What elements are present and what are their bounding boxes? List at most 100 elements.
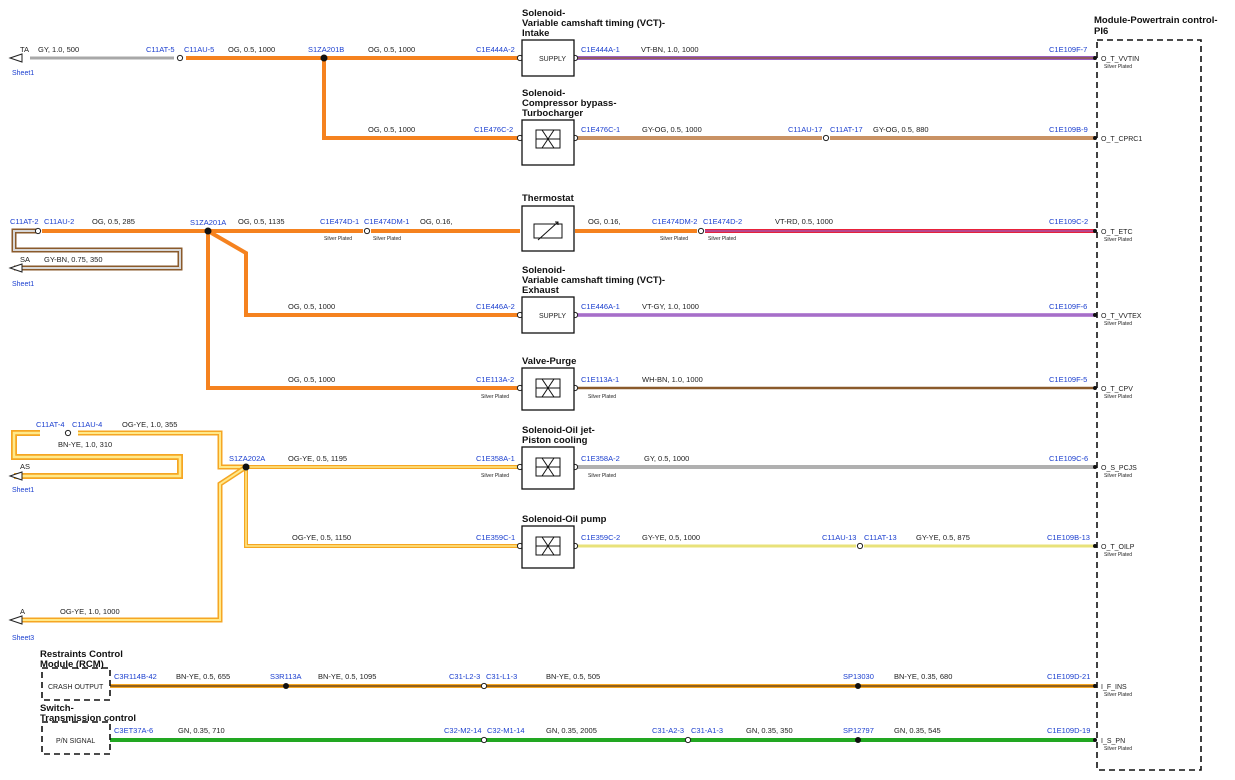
connector-label[interactable]: C1E476C-1 [581,125,620,134]
splice-label[interactable]: S1ZA201B [308,45,344,54]
connector-label[interactable]: C1E109C-2 [1049,217,1088,226]
splice-label[interactable]: SP12797 [843,726,874,735]
connector-label[interactable]: C1E446A-2 [476,302,515,311]
connector-label[interactable]: C1E359C-2 [581,533,620,542]
bypass-box[interactable] [521,119,575,166]
splice-sp12797 [855,737,861,743]
offpage-arrow-ta [8,53,23,63]
inline-c32-m [480,736,488,744]
connector-label[interactable]: C1E109F-6 [1049,302,1087,311]
splice-label[interactable]: S1ZA202A [229,454,265,463]
connector-label[interactable]: C1E113A-2 [476,375,514,384]
splice-label[interactable]: S1ZA201A [190,218,226,227]
connector-silver: Silver Plated [373,236,401,242]
connector-label[interactable]: C11AU-2 [44,217,74,226]
module-pin-vvtex-silver: Silver Plated [1104,321,1132,327]
connector-label[interactable]: C11AT-5 [146,45,174,54]
module-pin-pn-silver: Silver Plated [1104,746,1132,752]
module-pin-ins: I_F_INS [1101,684,1127,691]
wire-label: OG, 0.5, 285 [92,217,135,226]
splice-label[interactable]: S3R113A [270,672,302,681]
connector-label[interactable]: C11AU-5 [184,45,214,54]
module-pin-cpv-silver: Silver Plated [1104,394,1132,400]
inline-c31-l [480,682,488,690]
connector-label[interactable]: C1E474DM-1 [364,217,409,226]
wiring-diagram: Module-Powertrain control- PI6 TA Sheet1… [8,8,1218,771]
module-pin-end [1093,313,1097,317]
connector-label[interactable]: C31-A1-3 [691,726,723,735]
connector-label[interactable]: C1E446A-1 [581,302,620,311]
wire-label: VT-RD, 0.5, 1000 [775,217,833,226]
module-pin-pcjs: O_S_PCJS [1101,465,1137,472]
connector-label[interactable]: C1E474D-2 [703,217,742,226]
connector-label[interactable]: C32-M2-14 [444,726,482,735]
offpage-a-sheet[interactable]: Sheet3 [12,635,34,642]
inline-c11a-4 [64,429,72,437]
wire-label: GN, 0.35, 710 [178,726,225,735]
wire-label: BN-YE, 0.5, 505 [546,672,600,681]
connector-label[interactable]: C11AT-2 [10,217,38,226]
connector-label[interactable]: C1E109F-5 [1049,375,1087,384]
connector-label[interactable]: C31-L1-3 [486,672,517,681]
wire-label: OG, 0.16, [420,217,453,226]
connector-label[interactable]: C1E109B-9 [1049,125,1088,134]
wire-label: GN, 0.35, 545 [894,726,941,735]
wire-label: GY-OG, 0.5, 1000 [642,125,702,134]
wire-label: OG, 0.5, 1000 [288,302,335,311]
connector-label[interactable]: C1E444A-1 [581,45,620,54]
connector-label[interactable]: C1E113A-1 [581,375,619,384]
connector-label[interactable]: C11AT-13 [864,533,897,542]
module-pin-pcjs-silver: Silver Plated [1104,473,1132,479]
connector-label[interactable]: C1E109D-19 [1047,726,1090,735]
connector-label[interactable]: C11AT-17 [830,125,863,134]
thermostat-title: Thermostat [522,193,575,204]
offpage-ta-sheet[interactable]: Sheet1 [12,70,34,77]
rcm-title-2: Module (RCM) [40,659,104,670]
inline-c11a-13 [856,542,864,550]
purge-box[interactable] [521,367,575,411]
inline-connectors [34,54,864,744]
connector-label[interactable]: C1E474D-1 [320,217,359,226]
wire-label: OG, 0.5, 1000 [368,45,415,54]
connector-label[interactable]: C11AT-4 [36,420,64,429]
connector-label[interactable]: C11AU-13 [822,533,856,542]
connector-silver: Silver Plated [324,236,352,242]
connector-label[interactable]: C1E444A-2 [476,45,515,54]
module-title-2: PI6 [1094,26,1108,37]
connector-silver: Silver Plated [588,473,616,479]
offpage-arrow-a [8,615,23,625]
connector-label[interactable]: C1E358A-1 [476,454,515,463]
wire-label: BN-YE, 1.0, 310 [58,440,112,449]
connector-silver: Silver Plated [588,394,616,400]
connector-label[interactable]: C1E359C-1 [476,533,515,542]
splice-sp13030 [855,683,861,689]
vct-exhaust-title-3: Exhaust [522,285,560,296]
connector-label[interactable]: C32-M1-14 [487,726,525,735]
connector-label[interactable]: C1E109F-7 [1049,45,1087,54]
connector-label[interactable]: C3ET37A-6 [114,726,153,735]
connector-label[interactable]: C1E109B-13 [1047,533,1090,542]
connector-label[interactable]: C11AU-17 [788,125,822,134]
splice-label[interactable]: SP13030 [843,672,874,681]
connector-label[interactable]: C1E476C-2 [474,125,513,134]
thermostat-box[interactable] [521,205,575,252]
switch-title-2: Transmission control [40,713,136,724]
connector-label[interactable]: C31-A2-3 [652,726,684,735]
connector-label[interactable]: C1E474DM-2 [652,217,697,226]
wire-label: OG-YE, 0.5, 1150 [292,533,351,542]
connector-label[interactable]: C1E109D-21 [1047,672,1090,681]
connector-label[interactable]: C1E358A-2 [581,454,620,463]
connector-label[interactable]: C1E109C-6 [1049,454,1088,463]
offpage-as-sheet[interactable]: Sheet1 [12,487,34,494]
connector-label[interactable]: C31-L2-3 [449,672,480,681]
wire-ogye-a [22,464,248,623]
wire-ogye-355-inner [78,432,246,468]
connector-label[interactable]: C3R114B-42 [114,672,157,681]
offpage-sa-sheet[interactable]: Sheet1 [12,281,34,288]
oilpump-box[interactable] [521,525,575,569]
wire-label: OG, 0.5, 1000 [368,125,415,134]
offpage-ta-label: TA [20,45,29,54]
connector-label[interactable]: C11AU-4 [72,420,102,429]
oiljet-box[interactable] [521,446,575,490]
module-pin-end [1093,684,1097,688]
